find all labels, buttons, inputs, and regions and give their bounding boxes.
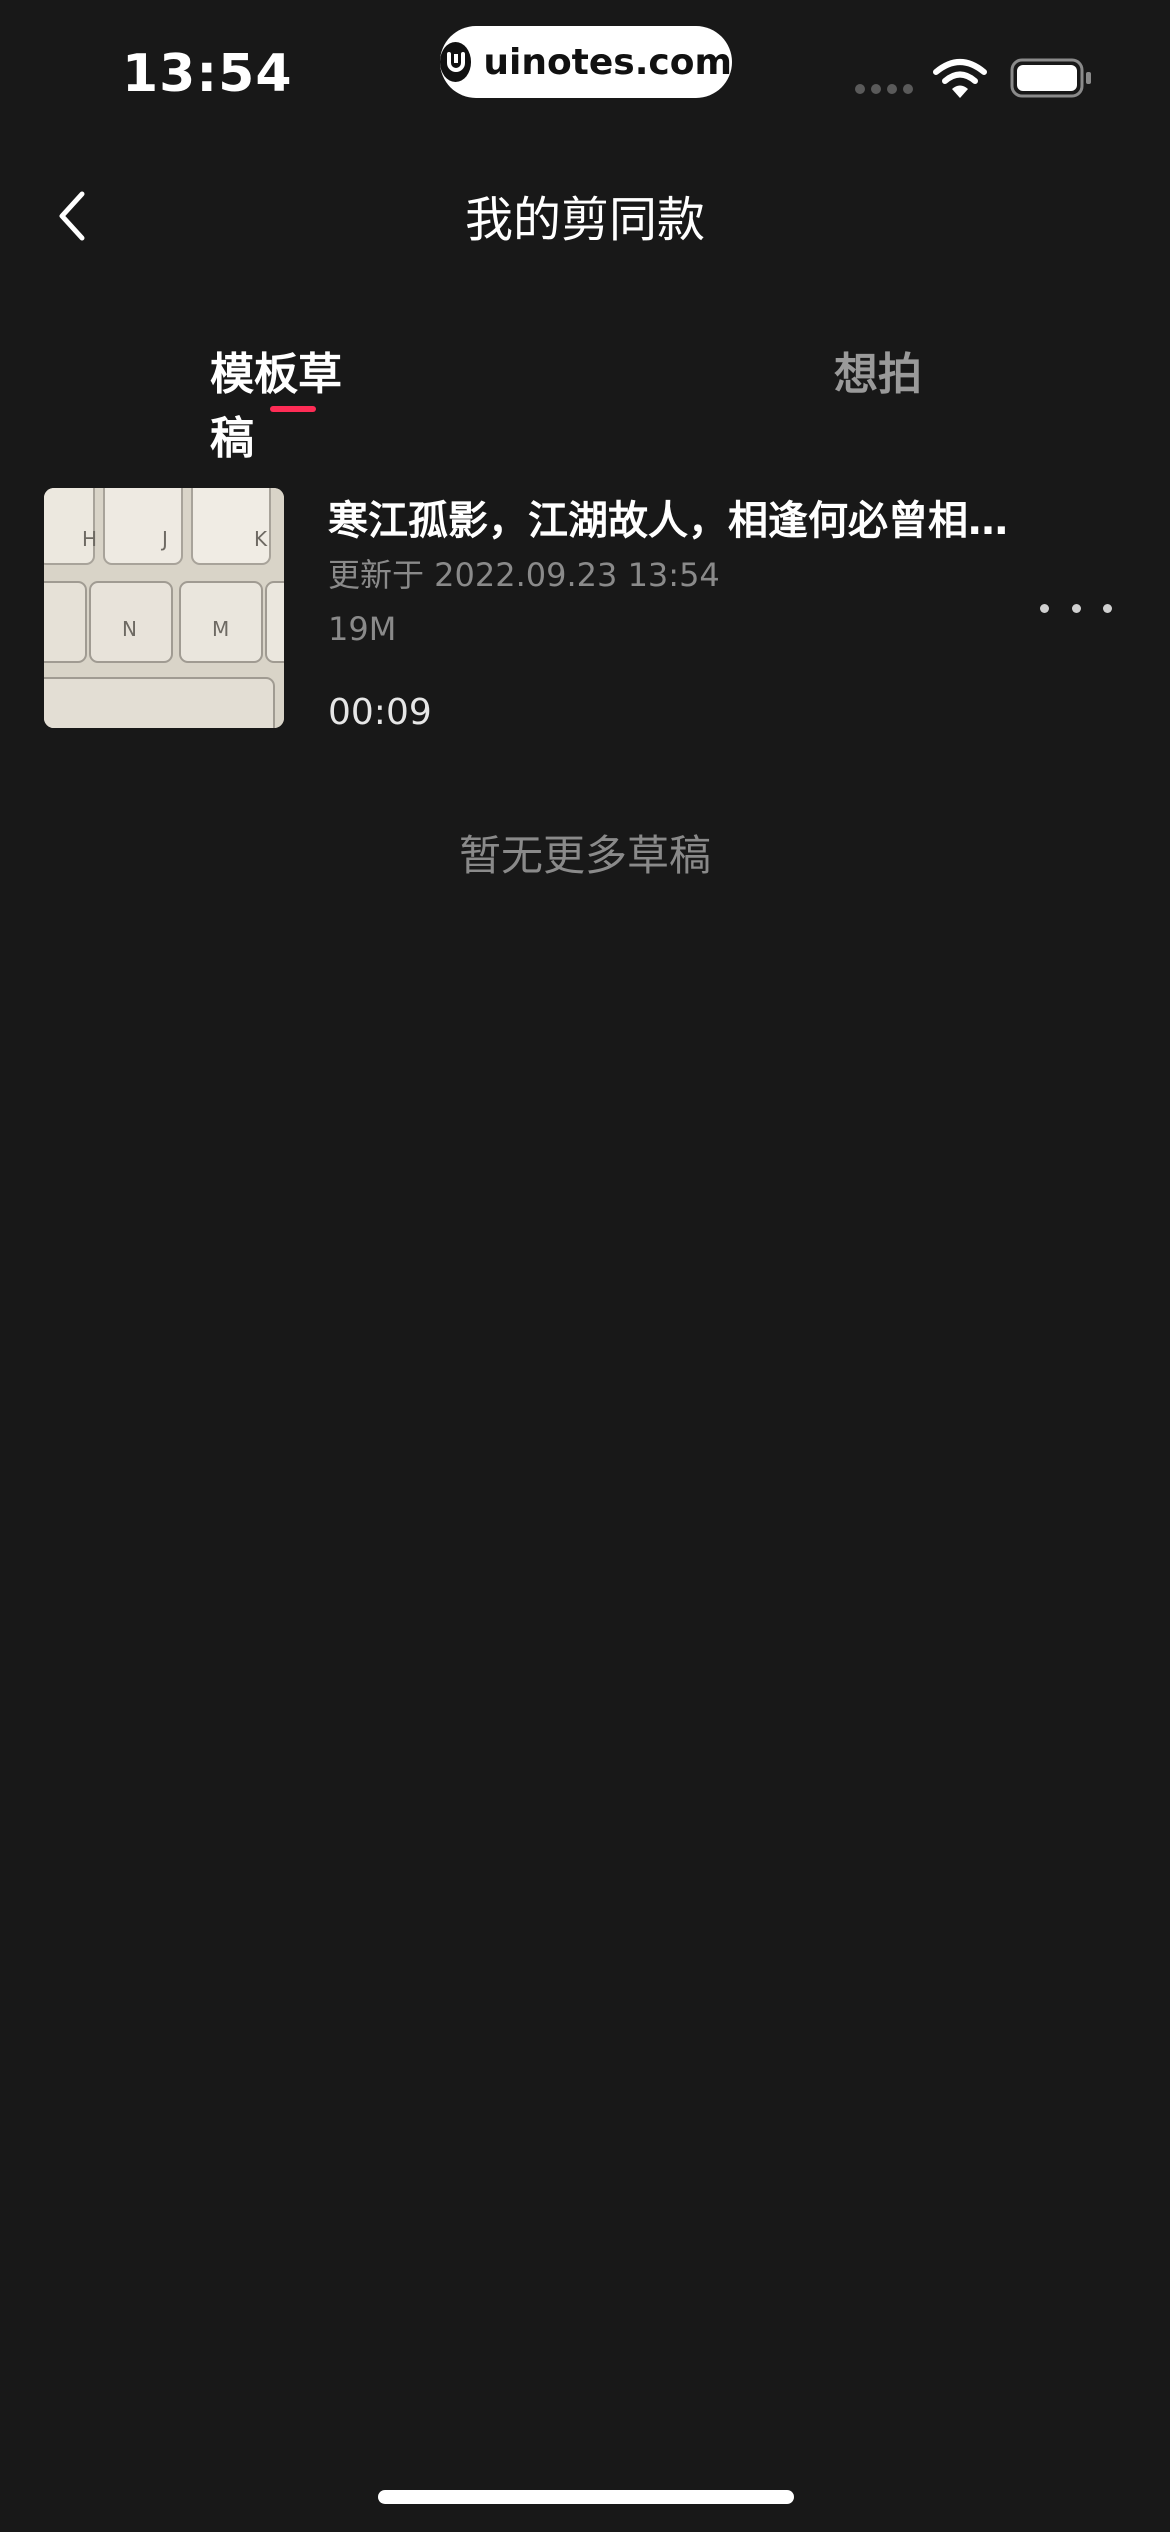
watermark-badge: uinotes.com xyxy=(440,26,732,98)
tab-active-indicator xyxy=(270,406,316,412)
status-time: 13:54 xyxy=(122,44,293,104)
wifi-icon xyxy=(932,58,988,104)
no-more-drafts-text: 暂无更多草稿 xyxy=(458,831,711,880)
battery-icon xyxy=(1010,58,1092,102)
svg-text:K: K xyxy=(254,527,268,551)
tab-want-to-shoot[interactable]: 想拍 xyxy=(834,338,924,402)
svg-text:M: M xyxy=(212,617,229,641)
draft-list-item[interactable]: H J K N M 寒江孤影，江湖故人，相逢何必曾相… 更新于 2022.09.… xyxy=(0,480,1170,740)
svg-text:J: J xyxy=(160,527,168,551)
more-options-button[interactable] xyxy=(1040,588,1112,628)
home-indicator xyxy=(378,2490,794,2504)
tab-template-drafts[interactable]: 模板草稿 xyxy=(210,338,380,466)
svg-text:H: H xyxy=(82,527,97,551)
signal-icon xyxy=(855,84,913,94)
draft-file-size: 19M xyxy=(328,610,397,648)
screen: 13:54 uinotes.com 我的剪同款 模板草稿 想拍 H J K N … xyxy=(0,0,1170,2532)
page-title: 我的剪同款 xyxy=(464,192,705,248)
more-horizontal-icon xyxy=(1040,603,1049,613)
draft-title: 寒江孤影，江湖故人，相逢何必曾相… xyxy=(328,498,1008,544)
draft-updated-time: 更新于 2022.09.23 13:54 xyxy=(328,556,720,594)
draft-thumbnail: H J K N M xyxy=(44,488,284,728)
watermark-logo-icon xyxy=(440,42,472,82)
draft-duration: 00:09 xyxy=(328,692,432,733)
svg-text:N: N xyxy=(122,617,137,641)
watermark-text: uinotes.com xyxy=(483,41,732,83)
